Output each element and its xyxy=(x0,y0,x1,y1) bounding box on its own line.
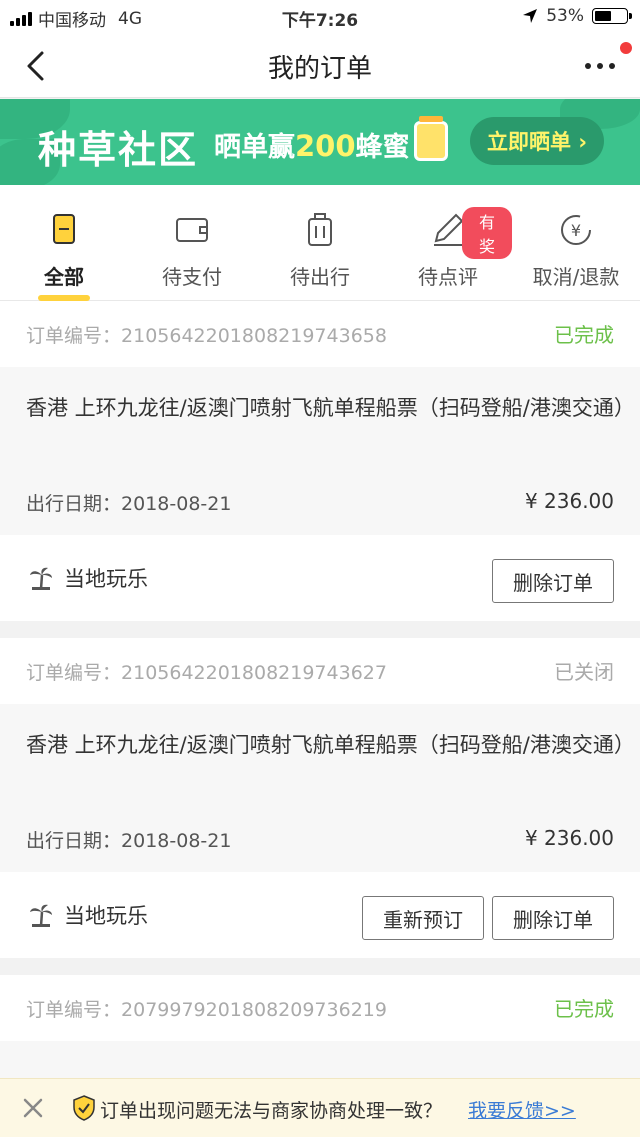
order-number: 订单编号：2105642201808219743658 xyxy=(26,325,387,347)
share-order-button[interactable]: 立即晒单 › xyxy=(470,117,604,165)
notification-dot xyxy=(620,42,632,54)
travel-date: 出行日期：2018-08-21 xyxy=(26,830,232,852)
palm-tree-icon xyxy=(30,567,52,590)
order-title: 香港 上环九龙往/返澳门喷射飞航单程船票（扫码登船/港澳交通） xyxy=(26,396,635,420)
battery-icon xyxy=(592,8,632,24)
order-card[interactable]: 订单编号：2105642201808219743658 已完成 香港 上环九龙往… xyxy=(0,301,640,621)
list-icon xyxy=(53,214,75,244)
feedback-notice-bar: 订单出现问题无法与商家协商处理一致？ 我要反馈>> xyxy=(0,1078,640,1137)
palm-tree-icon xyxy=(30,904,52,927)
honey-jar-icon xyxy=(414,116,448,161)
banner-reward-number: 200 xyxy=(295,129,356,163)
order-filter-tabs: 全部 待支付 待出行 待点评 有奖 ¥ 取消/退款 xyxy=(0,185,640,301)
wallet-icon xyxy=(176,218,208,242)
order-card[interactable]: 订单编号：2079979201808209736219 已完成 xyxy=(0,975,640,1078)
order-price: ¥ 236.00 xyxy=(524,826,614,850)
notice-text: 订单出现问题无法与商家协商处理一致？ xyxy=(100,1100,443,1122)
status-bar: 中国移动 4G 下午7:26 53% xyxy=(0,0,640,34)
more-dots-icon[interactable] xyxy=(582,56,622,76)
navigation-bar: 我的订单 xyxy=(0,34,640,98)
feedback-link[interactable]: 我要反馈>> xyxy=(468,1096,576,1123)
order-number: 订单编号：2105642201808219743627 xyxy=(26,662,387,684)
luggage-icon xyxy=(308,213,332,246)
tab-cancel-refund[interactable]: ¥ 取消/退款 xyxy=(512,185,640,301)
tab-all[interactable]: 全部 xyxy=(0,185,128,301)
refund-icon: ¥ xyxy=(561,215,591,245)
tab-pending-review[interactable]: 待点评 有奖 xyxy=(384,185,512,301)
rebook-button[interactable]: 重新预订 xyxy=(362,896,484,940)
order-category: 当地玩乐 xyxy=(28,900,148,930)
order-number: 订单编号：2079979201808209736219 xyxy=(26,999,387,1021)
shield-check-icon xyxy=(73,1095,95,1121)
delete-order-button[interactable]: 删除订单 xyxy=(492,896,614,940)
order-status: 已完成 xyxy=(554,997,614,1021)
tab-pending-travel[interactable]: 待出行 xyxy=(256,185,384,301)
order-status: 已关闭 xyxy=(554,660,614,684)
location-arrow-icon xyxy=(523,9,538,23)
travel-date: 出行日期：2018-08-21 xyxy=(26,493,232,515)
delete-order-button[interactable]: 删除订单 xyxy=(492,559,614,603)
tab-pending-payment[interactable]: 待支付 xyxy=(128,185,256,301)
promo-banner[interactable]: 种草社区 晒单赢200蜂蜜 立即晒单 › xyxy=(0,99,640,185)
reward-badge: 有奖 xyxy=(462,207,512,259)
banner-subtitle: 晒单赢200蜂蜜 xyxy=(214,129,410,163)
battery-percent: 53% xyxy=(546,6,584,26)
svg-text:¥: ¥ xyxy=(571,221,581,240)
close-icon[interactable] xyxy=(20,1095,46,1121)
order-category: 当地玩乐 xyxy=(28,563,148,593)
order-card[interactable]: 订单编号：2105642201808219743627 已关闭 香港 上环九龙往… xyxy=(0,638,640,958)
page-title: 我的订单 xyxy=(267,54,372,84)
order-title: 香港 上环九龙往/返澳门喷射飞航单程船票（扫码登船/港澳交通） xyxy=(26,733,635,757)
order-price: ¥ 236.00 xyxy=(524,489,614,513)
banner-title: 种草社区 xyxy=(38,128,199,172)
order-status: 已完成 xyxy=(554,323,614,347)
